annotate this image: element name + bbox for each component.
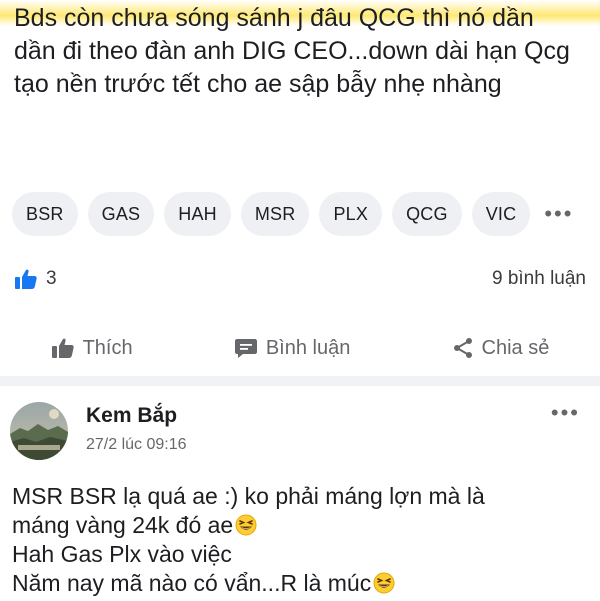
- tag-msr[interactable]: MSR: [240, 192, 310, 236]
- post-line-2: máng vàng 24k đó ae: [12, 511, 588, 540]
- author-avatar[interactable]: [10, 402, 68, 460]
- comment-button[interactable]: Bình luận: [234, 336, 351, 360]
- post-line-2-text: máng vàng 24k đó ae: [12, 512, 234, 538]
- post-card-2: Kem Bắp 27/2 lúc 09:16 ••• MSR BSR lạ qu…: [0, 386, 600, 600]
- post-body-text: MSR BSR lạ quá ae :) ko phải máng lợn mà…: [12, 482, 588, 598]
- tag-plx[interactable]: PLX: [319, 192, 383, 236]
- like-button-label: Thích: [82, 336, 133, 359]
- more-tags-button[interactable]: •••: [540, 192, 577, 236]
- post-options-button[interactable]: •••: [551, 400, 580, 426]
- tag-hah[interactable]: HAH: [164, 192, 231, 236]
- tag-qcg[interactable]: QCG: [392, 192, 462, 236]
- share-icon: [452, 337, 474, 359]
- post-line-3: Hah Gas Plx vào việc: [12, 541, 232, 567]
- thumbs-up-outline-icon: [51, 337, 75, 359]
- post-line-4-text: Năm nay mã nào có vẩn...R là múc: [12, 570, 372, 596]
- post-line-4: Năm nay mã nào có vẩn...R là múc: [12, 569, 588, 598]
- tag-bsr[interactable]: BSR: [12, 192, 78, 236]
- post-actions-bar: Thích Bình luận Chia sẻ: [0, 330, 600, 366]
- post-card-1: Bds còn chưa sóng sánh j đâu QCG thì nó …: [0, 0, 600, 374]
- author-name[interactable]: Kem Bắp: [86, 404, 177, 428]
- post-line-1: MSR BSR lạ quá ae :) ko phải máng lợn mà…: [12, 483, 485, 509]
- tag-gas[interactable]: GAS: [87, 192, 155, 236]
- grinning-squinting-face-emoji: [373, 572, 395, 594]
- reactions-summary: 3 9 bình luận: [14, 264, 586, 294]
- share-button-label: Chia sẻ: [481, 336, 550, 359]
- stock-tag-list: BSR GAS HAH MSR PLX QCG VIC •••: [12, 192, 577, 236]
- thumbs-up-icon: [14, 268, 38, 290]
- post-timestamp[interactable]: 27/2 lúc 09:16: [86, 436, 187, 454]
- share-button[interactable]: Chia sẻ: [452, 336, 550, 360]
- like-summary[interactable]: 3: [14, 268, 57, 290]
- post-separator: [0, 376, 600, 386]
- comment-bubble-icon: [234, 337, 258, 359]
- like-button[interactable]: Thích: [51, 337, 133, 360]
- grinning-squinting-face-emoji: [235, 514, 257, 536]
- like-count-value: 3: [46, 268, 57, 289]
- comment-button-label: Bình luận: [265, 336, 351, 359]
- tag-vic[interactable]: VIC: [471, 192, 531, 236]
- comment-count-link[interactable]: 9 bình luận: [492, 268, 586, 290]
- post-body-text: Bds còn chưa sóng sánh j đâu QCG thì nó …: [14, 4, 570, 98]
